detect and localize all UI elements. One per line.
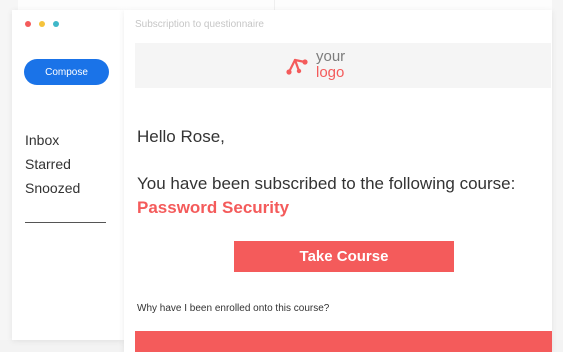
logo-text-line2: logo xyxy=(316,64,345,81)
email-message: Subscription to questionnaire your logo … xyxy=(124,10,552,352)
sidebar-item-starred[interactable]: Starred xyxy=(25,152,80,176)
compose-button[interactable]: Compose xyxy=(24,59,109,85)
window-controls xyxy=(25,21,59,27)
email-body-text: You have been subscribed to the followin… xyxy=(137,174,516,193)
footer-banner xyxy=(135,331,552,352)
mail-nav: Inbox Starred Snoozed xyxy=(25,128,80,200)
background-window-edge xyxy=(552,0,563,352)
maximize-dot-icon[interactable] xyxy=(53,21,59,27)
take-course-button[interactable]: Take Course xyxy=(234,241,454,272)
logo-text-line1: your xyxy=(316,48,346,65)
course-name: Password Security xyxy=(137,198,290,217)
email-greeting: Hello Rose, xyxy=(137,127,225,146)
close-dot-icon[interactable] xyxy=(25,21,31,27)
minimize-dot-icon[interactable] xyxy=(39,21,45,27)
logo-mark-icon xyxy=(286,58,308,75)
sidebar-item-inbox[interactable]: Inbox xyxy=(25,128,80,152)
sidebar-item-snoozed[interactable]: Snoozed xyxy=(25,176,80,200)
email-subject: Subscription to questionnaire xyxy=(135,19,264,30)
nav-divider xyxy=(25,222,106,223)
enrollment-question: Why have I been enrolled onto this cours… xyxy=(137,303,330,314)
screen: Compose Inbox Starred Snoozed Subscripti… xyxy=(0,0,563,352)
logo-banner: your logo xyxy=(135,43,551,88)
mail-sidebar: Compose Inbox Starred Snoozed xyxy=(12,10,124,340)
logo-text: your logo xyxy=(316,49,345,81)
